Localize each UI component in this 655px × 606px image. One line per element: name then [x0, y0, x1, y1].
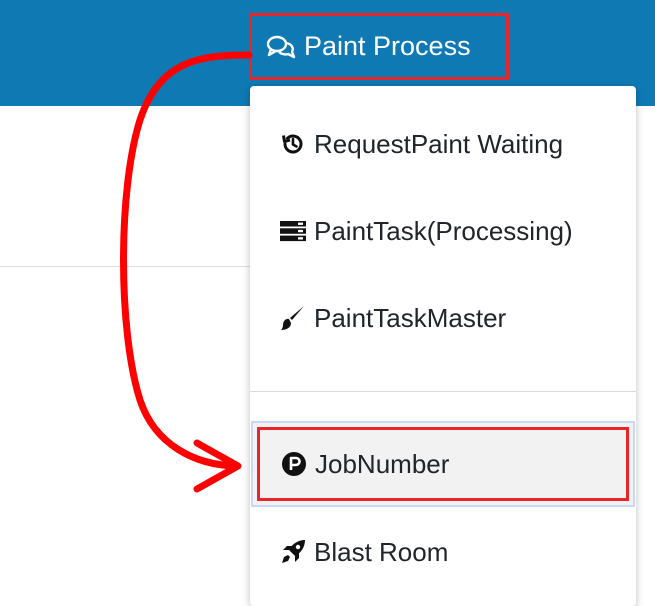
menu-item-painttaskmaster[interactable]: PaintTaskMaster: [250, 275, 636, 361]
dropdown-divider: [250, 391, 636, 392]
comments-icon: [266, 33, 298, 61]
parking-circle-icon: [279, 449, 309, 479]
content-divider: [0, 266, 250, 267]
paint-process-dropdown: RequestPaint Waiting PaintTask(Processin…: [250, 86, 636, 606]
menu-item-label: PaintTask(Processing): [314, 215, 573, 246]
menu-item-jobnumber[interactable]: JobNumber: [251, 421, 635, 507]
menu-item-label: PaintTaskMaster: [314, 302, 507, 333]
history-icon: [278, 129, 308, 159]
paint-process-menu-toggle[interactable]: Paint Process: [249, 13, 509, 80]
menu-item-label: Blast Room: [314, 536, 449, 567]
menu-item-painttask-processing[interactable]: PaintTask(Processing): [250, 188, 636, 274]
menu-item-label: JobNumber: [315, 448, 450, 479]
menu-item-requestpaint-waiting[interactable]: RequestPaint Waiting: [250, 101, 636, 187]
menu-item-label: RequestPaint Waiting: [314, 128, 564, 159]
paint-brush-icon: [278, 303, 308, 333]
rocket-icon: [278, 537, 308, 567]
server-icon: [278, 216, 308, 246]
paint-process-menu-label: Paint Process: [304, 31, 471, 61]
menu-item-blast-room[interactable]: Blast Room: [250, 509, 636, 595]
